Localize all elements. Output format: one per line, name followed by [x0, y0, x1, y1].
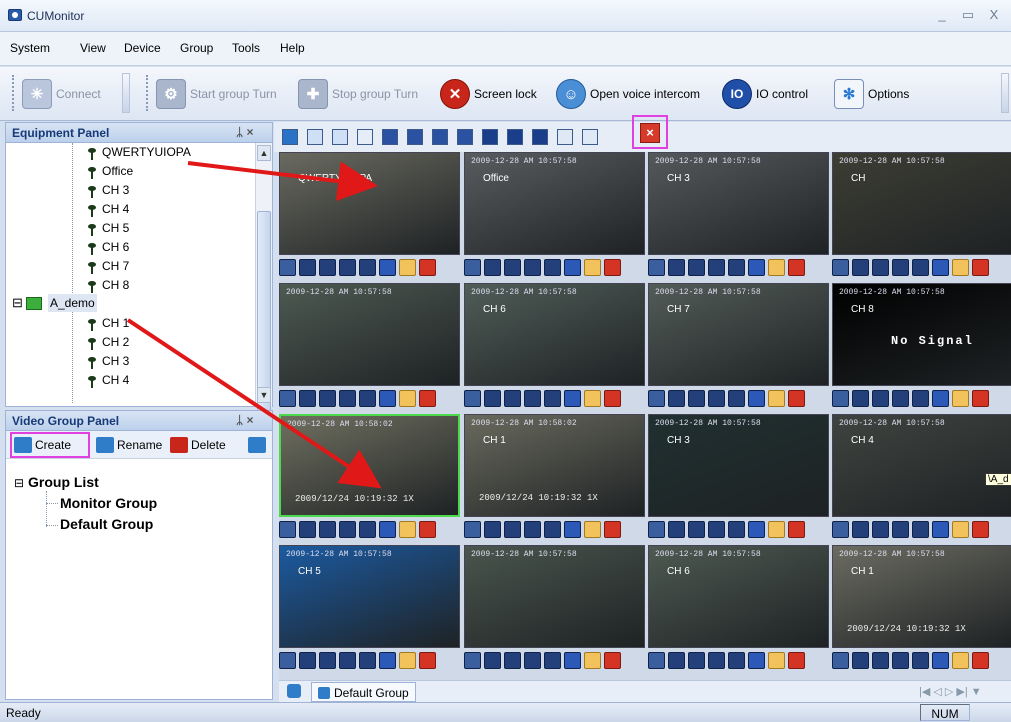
annotation-arrows — [126, 161, 382, 489]
annotation-arrow-2 — [126, 318, 382, 489]
annotation-arrow-1 — [187, 161, 378, 202]
